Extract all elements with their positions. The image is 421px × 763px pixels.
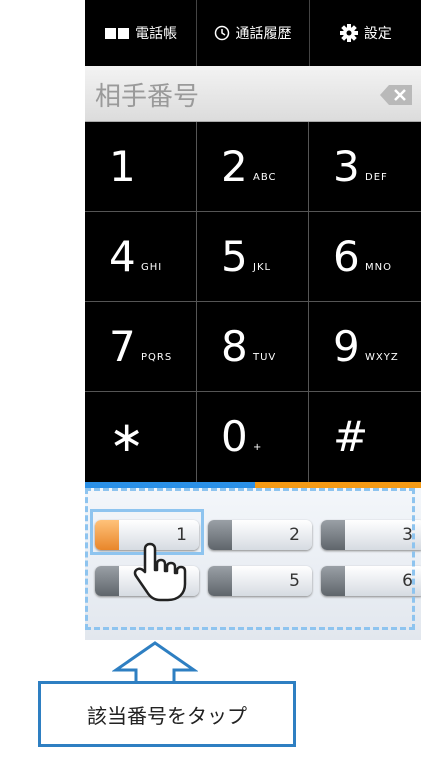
key-letters: + — [253, 442, 263, 453]
key-digit: ∗ — [109, 412, 145, 461]
tab-label: 設定 — [363, 26, 392, 42]
key-digit: 5 — [221, 232, 248, 281]
key-letters: DEF — [365, 172, 388, 183]
key-digit: 6 — [333, 232, 360, 281]
book-icon — [104, 26, 130, 40]
keypad-key[interactable]: 3 DEF — [309, 122, 421, 212]
key-digit: 0 — [221, 412, 248, 461]
keypad-key[interactable]: 9 WXYZ — [309, 302, 421, 392]
keypad-key[interactable]: 6 MNO — [309, 212, 421, 302]
keypad-key[interactable]: 1 — [85, 122, 197, 212]
tab-phonebook[interactable]: 電話帳 — [85, 0, 198, 66]
keypad-key[interactable]: ∗ — [85, 392, 197, 482]
tap-hand-icon — [130, 540, 194, 608]
tab-call-history[interactable]: 通話履歴 — [197, 0, 310, 66]
key-digit: 9 — [333, 322, 360, 371]
key-digit: 8 — [221, 322, 248, 371]
number-placeholder: 相手番号 — [95, 82, 200, 112]
key-letters: PQRS — [141, 352, 173, 363]
number-input[interactable]: 相手番号 — [85, 66, 421, 122]
tab-label: 通話履歴 — [235, 26, 292, 42]
key-digit: 2 — [221, 142, 248, 191]
keypad-key[interactable]: # — [309, 392, 421, 482]
key-letters: GHI — [141, 262, 163, 273]
tab-settings[interactable]: 設定 — [310, 0, 421, 66]
keypad-key[interactable]: 5 JKL — [197, 212, 309, 302]
gear-icon — [339, 23, 359, 43]
key-letters: MNO — [365, 262, 392, 273]
key-letters: ABC — [253, 172, 277, 183]
clock-icon — [214, 25, 230, 41]
keypad-key[interactable]: 8 TUV — [197, 302, 309, 392]
tab-label: 電話帳 — [135, 26, 178, 42]
keypad: 1 2 ABC 3 DEF 4 GHI 5 JKL 6 MNO 7 PQRS 8 TUV 9 WXYZ ∗ 0 + # — [85, 122, 421, 482]
key-digit: # — [333, 412, 369, 461]
keypad-key[interactable]: 0 + — [197, 392, 309, 482]
backspace-icon[interactable] — [379, 84, 413, 106]
keypad-key[interactable]: 2 ABC — [197, 122, 309, 212]
key-letters: TUV — [253, 352, 277, 363]
keypad-key[interactable]: 7 PQRS — [85, 302, 197, 392]
key-digit: 1 — [109, 142, 136, 191]
callout-text: 該当番号をタップ — [87, 703, 247, 728]
key-digit: 7 — [109, 322, 136, 371]
tab-bar: 電話帳 通話履歴 設定 — [85, 0, 421, 66]
instruction-callout: 該当番号をタップ — [38, 681, 296, 747]
key-digit: 3 — [333, 142, 360, 191]
key-letters: WXYZ — [365, 352, 399, 363]
keypad-key[interactable]: 4 GHI — [85, 212, 197, 302]
key-digit: 4 — [109, 232, 136, 281]
key-letters: JKL — [253, 262, 272, 273]
